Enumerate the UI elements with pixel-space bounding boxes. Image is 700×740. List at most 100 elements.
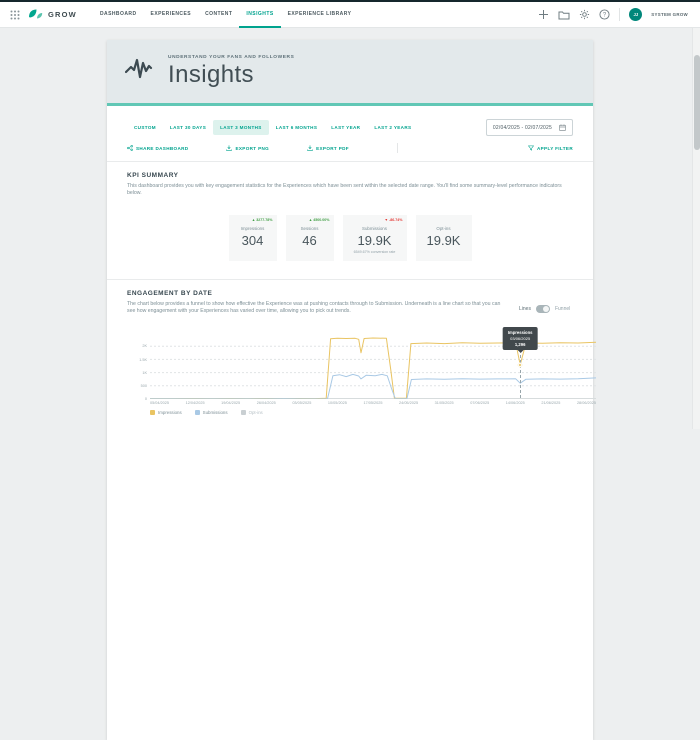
date-range-filter-row: CUSTOM LAST 30 DAYS LAST 3 MONTHS LAST 6… (107, 119, 593, 136)
pulse-line-icon (125, 57, 155, 86)
x-axis-tick: 07/06/2025 (470, 401, 489, 405)
legend-label: Opt-ins (249, 410, 263, 415)
engagement-description: The chart below provides a funnel to sho… (127, 301, 505, 316)
page-subtitle: UNDERSTAND YOUR FANS AND FOLLOWERS (168, 55, 294, 60)
page-header: UNDERSTAND YOUR FANS AND FOLLOWERS Insig… (107, 40, 593, 103)
legend-swatch (150, 410, 155, 415)
kpi-card-opt-ins: Opt-ins 19.9K (416, 215, 472, 261)
kpi-label: Submissions (362, 226, 387, 231)
window-top-strip (0, 0, 700, 2)
x-axis-tick: 12/04/2025 (186, 401, 205, 405)
y-axis-tick: 500 (129, 384, 147, 388)
kpi-value: 46 (302, 233, 316, 248)
export-pdf-button[interactable]: EXPORT PDF (301, 140, 355, 156)
nav-item-insights[interactable]: INSIGHTS (239, 2, 280, 28)
range-button-last-6-months[interactable]: LAST 6 MONTHS (269, 120, 325, 135)
toggle-label-funnel[interactable]: Funnel (555, 306, 570, 312)
nav-item-experiences[interactable]: EXPERIENCES (144, 2, 199, 28)
x-axis-tick: 21/06/2025 (541, 401, 560, 405)
vertical-scrollbar[interactable] (692, 28, 700, 429)
legend-label: Impressions (158, 410, 182, 415)
gear-icon[interactable] (579, 9, 590, 20)
user-avatar[interactable]: JJ (629, 8, 642, 21)
kpi-summary-heading: KPI SUMMARY (127, 172, 573, 179)
kpi-value: 19.9K (358, 233, 392, 248)
kpi-summary-description: This dashboard provides you with key eng… (127, 183, 573, 198)
help-icon[interactable]: ? (599, 9, 610, 20)
x-axis-tick: 05/04/2025 (150, 401, 169, 405)
kpi-delta-badge: ▲ 4500.00% (309, 218, 330, 222)
share-dashboard-button[interactable]: SHARE DASHBOARD (121, 140, 194, 156)
legend-label: Submissions (203, 410, 228, 415)
apply-filter-button[interactable]: APPLY FILTER (522, 140, 579, 156)
kpi-value: 304 (242, 233, 264, 248)
legend-swatch (241, 410, 246, 415)
y-axis-tick: 1.5K (129, 358, 147, 362)
toolbar-divider (397, 143, 398, 153)
header-accent-rule (107, 103, 593, 106)
svg-text:?: ? (603, 13, 607, 19)
tooltip-date: 03/06/2025 (508, 336, 533, 341)
legend-item-submissions[interactable]: Submissions (195, 410, 228, 415)
nav-item-dashboard[interactable]: DASHBOARD (93, 2, 144, 28)
kpi-delta-badge: ▼ -86.74% (385, 218, 403, 222)
kpi-conversion-rate: 6549.67% conversion rate (354, 250, 396, 254)
section-divider (107, 161, 593, 162)
x-axis-tick: 28/06/2025 (577, 401, 596, 405)
chart-tooltip: Impressions 03/06/2025 1,296 (503, 327, 538, 350)
legend-item-opt-ins[interactable]: Opt-ins (241, 410, 263, 415)
legend-swatch (195, 410, 200, 415)
kpi-label: Opt-ins (436, 226, 450, 231)
x-axis-tick: 24/05/2025 (399, 401, 418, 405)
nav-item-content[interactable]: CONTENT (198, 2, 239, 28)
x-axis-tick: 10/05/2025 (328, 401, 347, 405)
kpi-label: Impressions (241, 226, 265, 231)
range-button-last-30-days[interactable]: LAST 30 DAYS (163, 120, 213, 135)
topbar: GROW DASHBOARD EXPERIENCES CONTENT INSIG… (0, 0, 700, 28)
kpi-label: Sessions (301, 226, 319, 231)
toggle-knob (543, 306, 549, 312)
lines-funnel-toggle[interactable] (536, 305, 550, 313)
export-png-label: EXPORT PNG (235, 146, 269, 151)
plus-icon[interactable] (538, 9, 549, 20)
x-axis-tick: 17/05/2025 (363, 401, 382, 405)
range-button-custom[interactable]: CUSTOM (127, 120, 163, 135)
apply-filter-label: APPLY FILTER (537, 146, 573, 151)
y-axis-tick: 2K (129, 344, 147, 348)
nav-item-experience-library[interactable]: EXPERIENCE LIBRARY (281, 2, 359, 28)
insights-page: UNDERSTAND YOUR FANS AND FOLLOWERS Insig… (107, 40, 593, 740)
section-divider (107, 279, 593, 280)
kpi-value: 19.9K (427, 233, 461, 248)
export-pdf-label: EXPORT PDF (316, 146, 349, 151)
kpi-delta-badge: ▲ 3277.78% (252, 218, 273, 222)
legend-item-impressions[interactable]: Impressions (150, 410, 182, 415)
kpi-card-row: ▲ 3277.78% Impressions 304 ▲ 4500.00% Se… (127, 215, 573, 261)
toolbar-row: SHARE DASHBOARD EXPORT PNG EXPORT PDF AP… (107, 140, 593, 156)
kpi-card-submissions: ▼ -86.74% Submissions 19.9K 6549.67% con… (343, 215, 407, 261)
leaf-logo-icon[interactable] (28, 8, 43, 21)
chart-area: Impressions 03/06/2025 1,296 05/04/2025 … (150, 333, 573, 415)
kpi-card-impressions: ▲ 3277.78% Impressions 304 (229, 215, 277, 261)
user-name[interactable]: SYSTEM GROW (651, 12, 688, 17)
range-button-last-2-years[interactable]: LAST 2 YEARS (367, 120, 418, 135)
lines-funnel-toggle-group: Lines Funnel (519, 305, 570, 313)
date-range-input[interactable]: 02/04/2025 - 02/07/2025 (486, 119, 573, 136)
calendar-icon (559, 124, 566, 131)
date-range-value: 02/04/2025 - 02/07/2025 (493, 125, 552, 131)
x-axis-tick: 14/06/2025 (506, 401, 525, 405)
x-axis-labels: 05/04/2025 12/04/2025 19/04/2025 26/04/2… (150, 401, 596, 405)
range-button-last-year[interactable]: LAST YEAR (324, 120, 367, 135)
x-axis-tick: 31/05/2025 (435, 401, 454, 405)
range-button-last-3-months[interactable]: LAST 3 MONTHS (213, 120, 269, 135)
kpi-card-sessions: ▲ 4500.00% Sessions 46 (286, 215, 334, 261)
folder-icon[interactable] (558, 10, 570, 20)
main-nav: DASHBOARD EXPERIENCES CONTENT INSIGHTS E… (93, 2, 358, 28)
y-axis-tick: 0 (129, 397, 147, 401)
scrollbar-thumb[interactable] (694, 55, 700, 150)
apps-grid-icon[interactable] (10, 10, 20, 20)
share-dashboard-label: SHARE DASHBOARD (136, 146, 188, 151)
tooltip-value: 1,296 (508, 342, 533, 347)
export-png-button[interactable]: EXPORT PNG (220, 140, 275, 156)
chart-plot[interactable]: Impressions 03/06/2025 1,296 (150, 333, 596, 399)
toggle-label-lines[interactable]: Lines (519, 306, 531, 312)
